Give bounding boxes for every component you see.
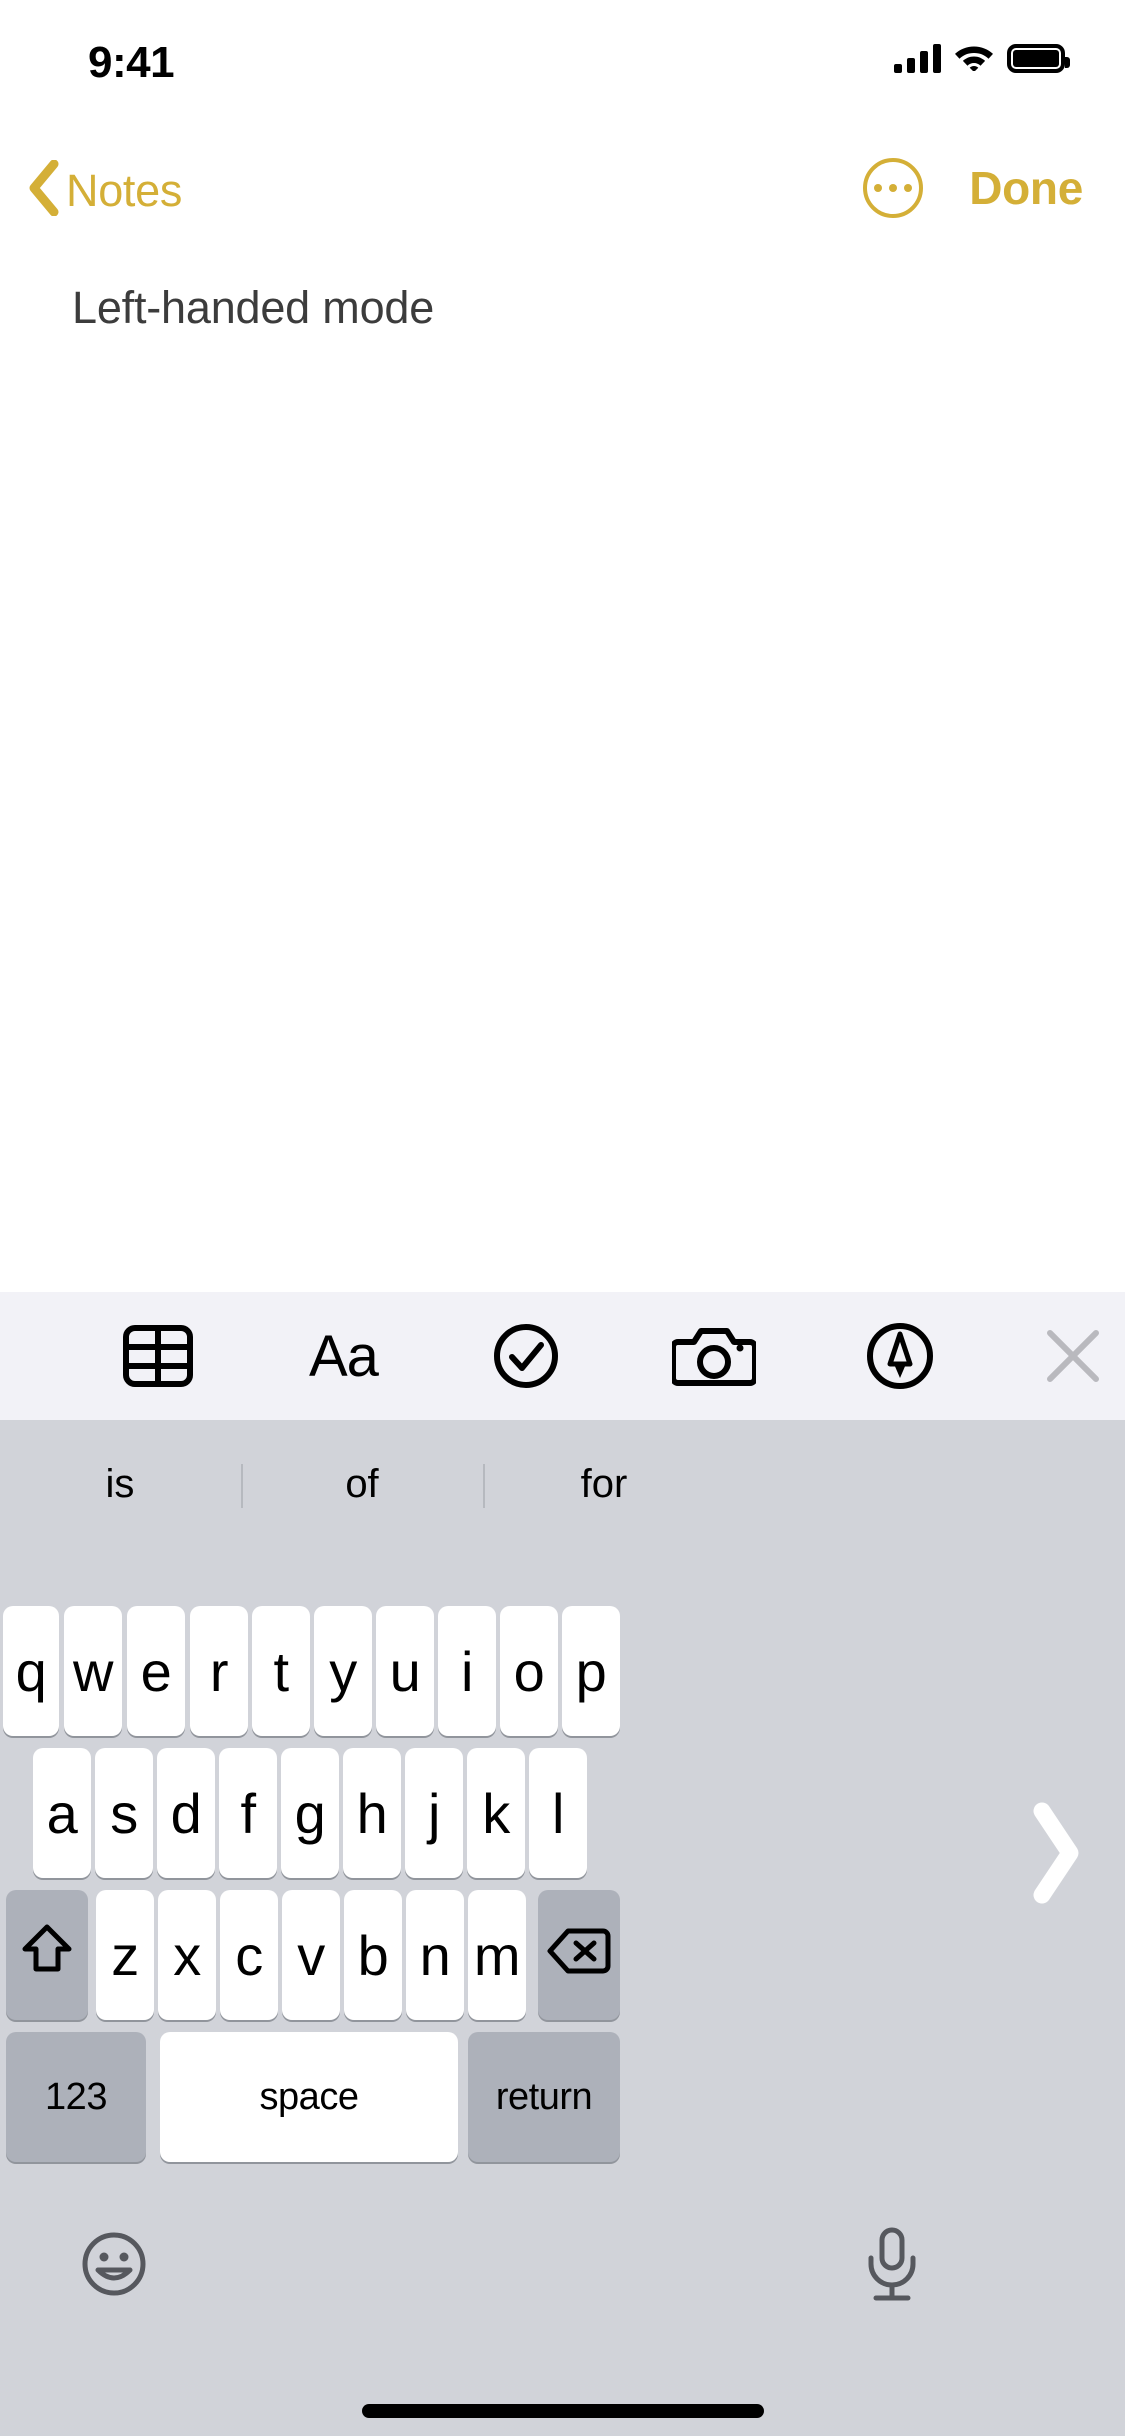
table-icon[interactable] <box>122 1324 194 1388</box>
key-e[interactable]: e <box>127 1606 185 1736</box>
microphone-icon[interactable] <box>862 2226 930 2304</box>
prediction-item-1[interactable]: is <box>0 1420 240 1548</box>
done-button[interactable]: Done <box>969 161 1083 215</box>
ellipsis-circle-icon[interactable] <box>863 158 924 218</box>
wifi-icon <box>953 40 995 76</box>
keyboard-row-3: z x c v b n m <box>0 1890 1125 2020</box>
text-format-label: Aa <box>309 1323 379 1389</box>
prediction-item-2[interactable]: of <box>242 1420 482 1548</box>
key-p[interactable]: p <box>562 1606 620 1736</box>
key-k[interactable]: k <box>467 1748 525 1878</box>
key-i[interactable]: i <box>438 1606 496 1736</box>
key-u[interactable]: u <box>376 1606 434 1736</box>
note-body-text[interactable]: Left-handed mode <box>72 282 434 334</box>
note-format-toolbar: Aa <box>0 1292 1125 1420</box>
battery-full-icon <box>1007 43 1070 73</box>
keyboard-row-1: q w e r t y u i o p <box>0 1606 1125 1736</box>
checklist-circle-icon[interactable] <box>493 1323 559 1389</box>
keyboard-expand-handle[interactable] <box>1007 1790 1103 1920</box>
key-m[interactable]: m <box>468 1890 526 2020</box>
key-t[interactable]: t <box>252 1606 310 1736</box>
shift-arrow-icon <box>19 1921 75 1990</box>
software-keyboard: is of for q w e r t y u i o p a s d f g … <box>0 1420 1125 2436</box>
status-bar-indicators <box>894 40 1070 76</box>
iphone-screen: 9:41 Notes Done Left-handed mode Aa is o… <box>0 0 1125 2436</box>
space-key[interactable]: space <box>160 2032 458 2162</box>
back-button-label: Notes <box>66 164 183 216</box>
shift-key[interactable] <box>6 1890 88 2020</box>
close-icon[interactable] <box>1042 1325 1104 1387</box>
key-a[interactable]: a <box>33 1748 91 1878</box>
numbers-key[interactable]: 123 <box>6 2032 146 2162</box>
key-w[interactable]: w <box>64 1606 122 1736</box>
note-editor-area[interactable]: Left-handed mode <box>0 242 1125 1292</box>
key-x[interactable]: x <box>158 1890 216 2020</box>
chevron-left-icon <box>26 159 60 221</box>
text-format-icon[interactable]: Aa <box>309 1323 379 1390</box>
keyboard-row-4: 123 space return <box>0 2032 1125 2162</box>
key-h[interactable]: h <box>343 1748 401 1878</box>
key-c[interactable]: c <box>220 1890 278 2020</box>
keyboard-row-2: a s d f g h j k l <box>0 1748 1125 1878</box>
camera-icon[interactable] <box>671 1324 756 1388</box>
key-r[interactable]: r <box>190 1606 248 1736</box>
key-o[interactable]: o <box>500 1606 558 1736</box>
key-d[interactable]: d <box>157 1748 215 1878</box>
nav-bar-actions: Done <box>863 158 1083 218</box>
chevron-right-icon <box>1028 1801 1082 1910</box>
status-bar: 9:41 <box>0 0 1125 132</box>
key-g[interactable]: g <box>281 1748 339 1878</box>
key-s[interactable]: s <box>95 1748 153 1878</box>
delete-key[interactable] <box>538 1890 620 2020</box>
key-l[interactable]: l <box>529 1748 587 1878</box>
key-y[interactable]: y <box>314 1606 372 1736</box>
key-f[interactable]: f <box>219 1748 277 1878</box>
key-q[interactable]: q <box>3 1606 59 1736</box>
emoji-smiley-icon[interactable] <box>80 2230 148 2298</box>
prediction-item-3[interactable]: for <box>484 1420 724 1548</box>
key-z[interactable]: z <box>96 1890 154 2020</box>
predictive-text-bar: is of for <box>0 1420 1125 1548</box>
navigation-bar: Notes Done <box>0 132 1125 242</box>
status-bar-time: 9:41 <box>88 38 175 87</box>
key-n[interactable]: n <box>406 1890 464 2020</box>
home-indicator-bar[interactable] <box>361 2404 764 2418</box>
cellular-signal-icon <box>894 43 941 73</box>
return-key[interactable]: return <box>468 2032 620 2162</box>
delete-backspace-icon <box>547 1923 611 1988</box>
markup-pen-icon[interactable] <box>866 1322 934 1390</box>
key-v[interactable]: v <box>282 1890 340 2020</box>
back-to-notes-button[interactable]: Notes <box>26 159 183 221</box>
key-j[interactable]: j <box>405 1748 463 1878</box>
key-b[interactable]: b <box>344 1890 402 2020</box>
keyboard-bottom-bar <box>0 2210 1125 2360</box>
